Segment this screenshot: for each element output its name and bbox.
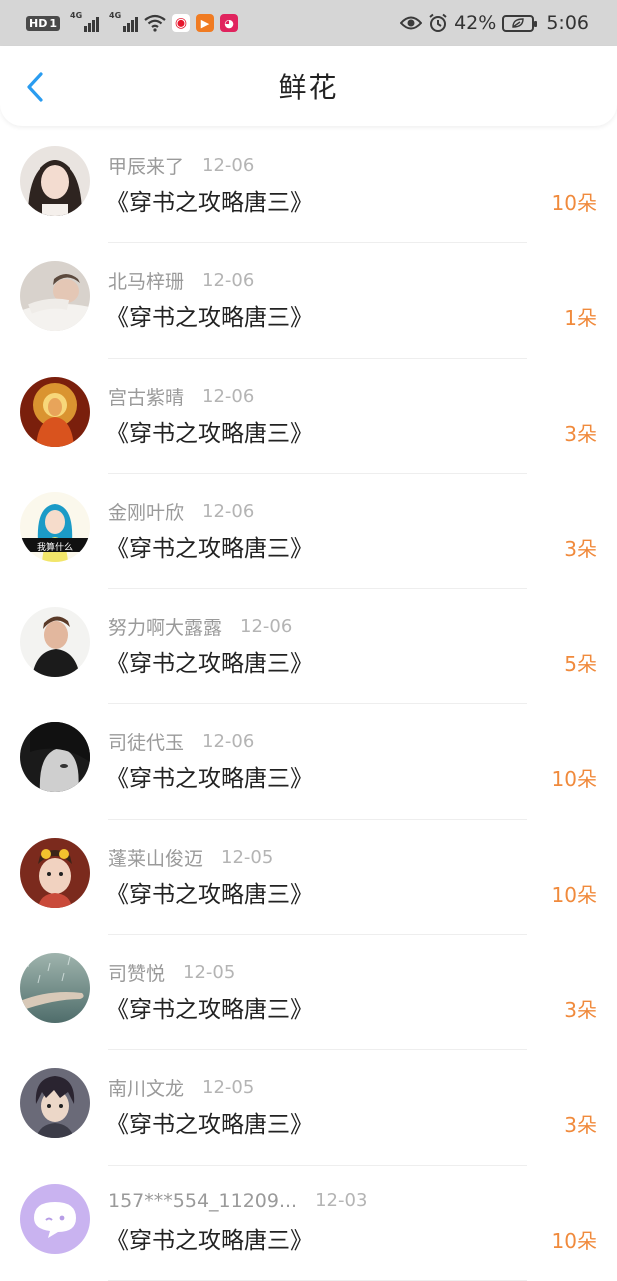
list-item[interactable]: 司赞悦 12-05 《穿书之攻略唐三》 3朵 xyxy=(0,935,617,1051)
chevron-left-icon xyxy=(27,72,43,102)
book-title: 《穿书之攻略唐三》 xyxy=(106,1227,313,1254)
item-meta: 甲辰来了 12-06 xyxy=(108,152,254,179)
send-date: 12-03 xyxy=(315,1190,368,1212)
avatar-bw-face xyxy=(20,722,90,793)
battery-percent: 42% xyxy=(454,12,497,34)
status-bar-right: 42% 5:06 xyxy=(400,12,589,34)
item-meta: 司徒代玉 12-06 xyxy=(108,728,254,755)
send-date: 12-05 xyxy=(202,1077,255,1099)
item-meta: 157***554_11209... 12-03 xyxy=(108,1190,367,1212)
sender-name: 南川文龙 xyxy=(108,1078,185,1101)
avatar-girl xyxy=(20,146,90,216)
list-item[interactable]: 司徒代玉 12-06 《穿书之攻略唐三》 10朵 xyxy=(0,704,617,820)
flower-count: 10朵 xyxy=(551,882,597,907)
list-item[interactable]: 我算什么 金刚叶欣 12-06 《穿书之攻略唐三》 3朵 xyxy=(0,474,617,590)
flower-count: 10朵 xyxy=(551,1228,597,1253)
wifi-icon xyxy=(144,14,166,32)
app-header: 鲜花 xyxy=(0,46,617,126)
avatar-hand-rain xyxy=(20,953,90,1024)
list-item[interactable]: 宫古紫晴 12-06 《穿书之攻略唐三》 3朵 xyxy=(0,359,617,474)
avatar-man xyxy=(20,607,90,678)
send-date: 12-05 xyxy=(183,962,236,984)
flower-count: 3朵 xyxy=(564,536,597,561)
sender-name: 司赞悦 xyxy=(108,963,166,986)
hd-indicator: HD 1 xyxy=(26,15,60,31)
book-title: 《穿书之攻略唐三》 xyxy=(106,997,313,1024)
flower-gift-list: 甲辰来了 12-06 《穿书之攻略唐三》 10朵 北马梓珊 12-06 《穿书之… xyxy=(0,128,617,1281)
book-title: 《穿书之攻略唐三》 xyxy=(106,651,313,678)
page-title: 鲜花 xyxy=(278,71,339,104)
item-meta: 南川文龙 12-05 xyxy=(108,1074,254,1101)
sender-name: 司徒代玉 xyxy=(108,732,185,755)
list-item[interactable]: 甲辰来了 12-06 《穿书之攻略唐三》 10朵 xyxy=(0,128,617,244)
send-date: 12-05 xyxy=(221,846,274,868)
alarm-icon xyxy=(429,13,447,32)
avatar-boy-lying xyxy=(20,261,90,332)
list-item[interactable]: 蓬莱山俊迈 12-05 《穿书之攻略唐三》 10朵 xyxy=(0,820,617,936)
sender-name: 北马梓珊 xyxy=(108,271,185,294)
item-meta: 北马梓珊 12-06 xyxy=(108,267,254,294)
send-date: 12-06 xyxy=(202,270,255,292)
avatar-caption: 我算什么 xyxy=(36,542,73,553)
item-meta: 蓬莱山俊迈 12-05 xyxy=(108,844,273,871)
flower-count: 5朵 xyxy=(564,652,597,677)
eye-icon xyxy=(400,16,423,30)
item-meta: 努力啊大露露 12-06 xyxy=(108,613,292,640)
send-date: 12-06 xyxy=(240,616,293,638)
status-bar: HD 1 4G 4G ◉ ▶ ◕ 42% 5:06 xyxy=(0,0,617,46)
back-button[interactable] xyxy=(18,70,52,104)
clock: 5:06 xyxy=(546,12,589,34)
list-item[interactable]: 南川文龙 12-05 《穿书之攻略唐三》 3朵 xyxy=(0,1050,617,1166)
status-bar-left: HD 1 4G 4G ◉ ▶ ◕ xyxy=(26,11,238,32)
sender-name: 宫古紫晴 xyxy=(108,386,185,409)
send-date: 12-06 xyxy=(202,385,255,407)
flower-count: 3朵 xyxy=(564,1113,597,1138)
signal-icon-2: 4G xyxy=(109,11,138,32)
list-item[interactable]: 157***554_11209... 12-03 《穿书之攻略唐三》 10朵 xyxy=(0,1166,617,1281)
list-item[interactable]: 北马梓珊 12-06 《穿书之攻略唐三》 1朵 xyxy=(0,243,617,359)
book-title: 《穿书之攻略唐三》 xyxy=(106,305,313,332)
flower-count: 3朵 xyxy=(564,421,597,446)
item-meta: 司赞悦 12-05 xyxy=(108,959,235,986)
send-date: 12-06 xyxy=(202,731,255,753)
weibo-icon: ◉ xyxy=(172,14,190,32)
flower-count: 10朵 xyxy=(551,767,597,792)
avatar-baby xyxy=(20,837,90,908)
sender-name: 金刚叶欣 xyxy=(108,501,185,524)
book-title: 《穿书之攻略唐三》 xyxy=(106,881,313,908)
sender-name: 努力啊大露露 xyxy=(108,617,223,640)
flower-count: 1朵 xyxy=(564,306,597,331)
battery-icon xyxy=(502,14,538,32)
book-title: 《穿书之攻略唐三》 xyxy=(106,420,313,447)
sender-name: 甲辰来了 xyxy=(108,156,185,178)
book-title: 《穿书之攻略唐三》 xyxy=(106,766,313,793)
book-title: 《穿书之攻略唐三》 xyxy=(106,190,313,216)
sender-name: 157***554_11209... xyxy=(108,1189,298,1212)
list-item[interactable]: 努力啊大露露 12-06 《穿书之攻略唐三》 5朵 xyxy=(0,589,617,705)
avatar-cartoon-girl: 我算什么 xyxy=(20,491,90,562)
avatar-anime-boy xyxy=(20,1068,90,1139)
sender-name: 蓬莱山俊迈 xyxy=(108,847,204,870)
send-date: 12-06 xyxy=(202,500,255,522)
store-app-icon: ◕ xyxy=(220,14,238,32)
item-meta: 宫古紫晴 12-06 xyxy=(108,383,254,410)
flower-count: 10朵 xyxy=(551,191,597,215)
book-title: 《穿书之攻略唐三》 xyxy=(106,1112,313,1139)
send-date: 12-06 xyxy=(202,155,255,176)
item-meta: 金刚叶欣 12-06 xyxy=(108,498,254,525)
signal-icon: 4G xyxy=(70,11,99,32)
avatar-buddha xyxy=(20,376,90,447)
book-title: 《穿书之攻略唐三》 xyxy=(106,535,313,562)
video-app-icon: ▶ xyxy=(196,14,214,32)
avatar-default-chat xyxy=(20,1183,90,1254)
flower-count: 3朵 xyxy=(564,998,597,1023)
